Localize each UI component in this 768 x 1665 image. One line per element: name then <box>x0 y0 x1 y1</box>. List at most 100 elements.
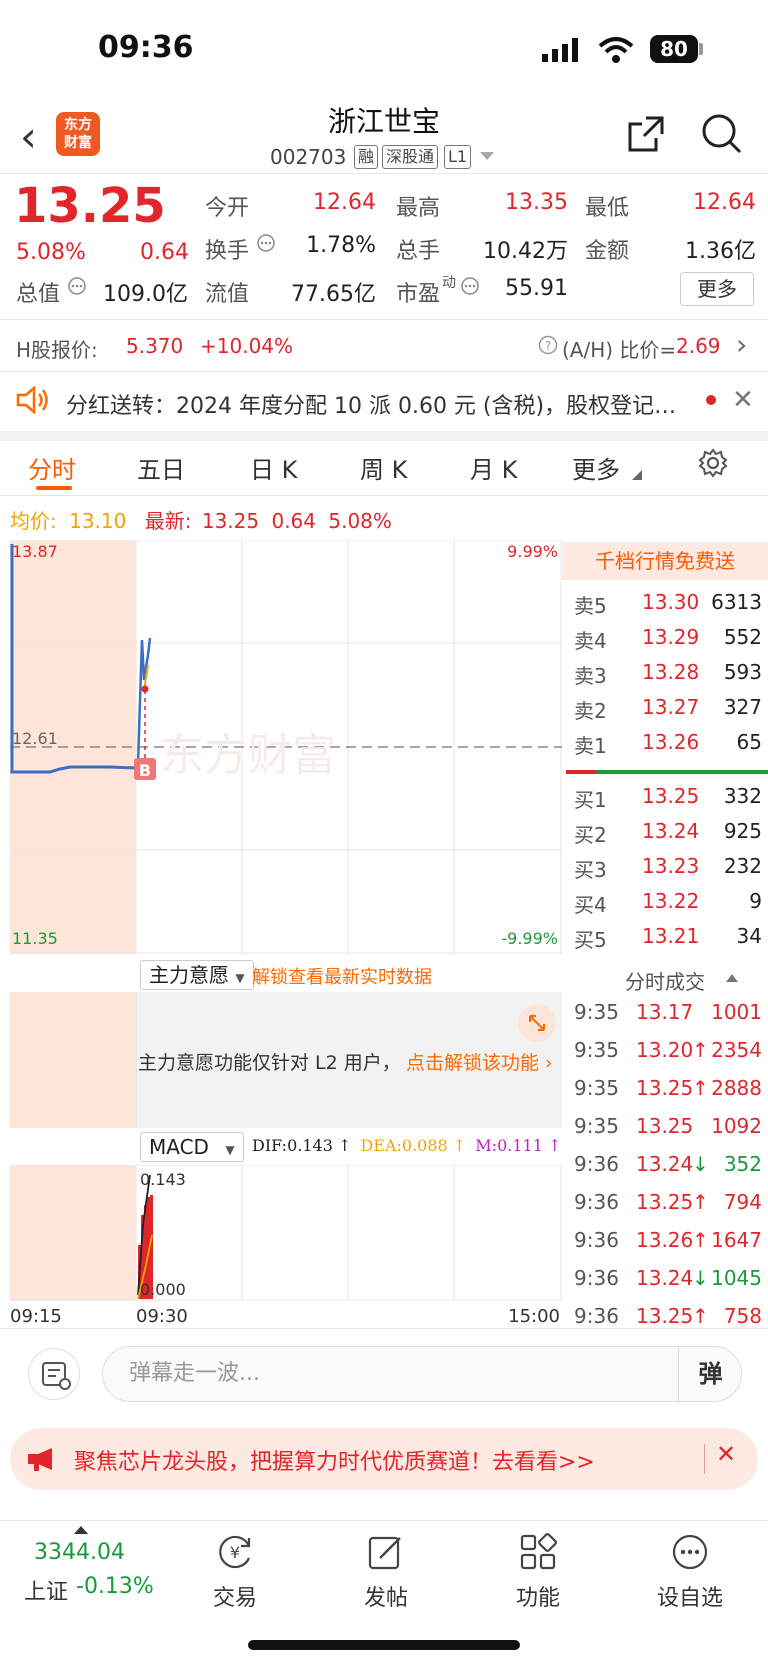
ask-volume: 6313 <box>711 590 762 614</box>
index-pct[interactable]: -0.13% <box>76 1574 154 1599</box>
promo-divider <box>704 1444 705 1474</box>
index-name[interactable]: 上证 <box>24 1574 68 1606</box>
caret-up-icon[interactable] <box>74 1526 88 1534</box>
stat-label-turnover: 换手 <box>205 239 250 264</box>
orderbook-promo[interactable]: 千档行情免费送 <box>562 542 768 580</box>
expand-icon[interactable] <box>518 1004 556 1042</box>
y-mid-label: 12.61 <box>12 729 58 748</box>
caret-down-icon[interactable] <box>480 152 494 162</box>
tab-daily-k[interactable]: 日 K <box>250 450 297 485</box>
share-icon[interactable] <box>626 114 666 154</box>
bid-volume: 9 <box>749 889 762 913</box>
bid-volume: 925 <box>723 819 762 843</box>
stat-value-open: 12.64 <box>313 190 376 215</box>
time-end: 15:00 <box>508 1306 560 1327</box>
section-gap <box>0 431 768 441</box>
l2-unlock-link[interactable]: 点击解锁该功能 › <box>406 1048 553 1075</box>
tab-monthly-k[interactable]: 月 K <box>470 450 517 485</box>
macd-dif: DIF:0.143 <box>252 1136 333 1155</box>
trade-price: 13.17 <box>636 1000 694 1024</box>
promo-text[interactable]: 聚焦芯片龙头股，把握算力时代优质赛道！去看看>> <box>74 1444 595 1476</box>
avg-value: 13.10 <box>69 509 127 533</box>
trade-volume: 2354 <box>711 1038 762 1062</box>
tab-more[interactable]: 更多 <box>572 450 620 485</box>
trade-volume: 1647 <box>711 1228 762 1252</box>
trade-row: 9:35 13.17 1001 <box>562 1000 768 1038</box>
trade-price: 13.24 <box>636 1152 694 1176</box>
caret-up-icon[interactable] <box>726 974 738 982</box>
h-share-pct: +10.04% <box>200 334 294 358</box>
divider <box>0 319 768 320</box>
danmaku-send-button[interactable]: 弹 <box>678 1346 742 1402</box>
help-icon[interactable]: ? <box>538 335 558 355</box>
svg-text:¥: ¥ <box>230 1543 240 1562</box>
current-price: 13.25 <box>14 178 166 234</box>
nav-functions-label: 功能 <box>515 1586 560 1611</box>
avg-label: 均价: <box>10 509 57 533</box>
gear-icon[interactable] <box>698 448 728 478</box>
trades-title[interactable]: 分时成交 <box>625 966 705 995</box>
tab-five-day[interactable]: 五日 <box>137 450 185 485</box>
nav-post[interactable]: 发帖 <box>336 1532 436 1612</box>
avg-price-row: 均价: 13.10 最新: 13.25 0.64 5.08% <box>10 505 392 534</box>
trade-time: 9:36 <box>574 1304 619 1328</box>
ask-label: 卖5 <box>574 594 607 618</box>
bid-price: 13.22 <box>642 889 700 913</box>
macd-chart[interactable]: 0.143 0.000 <box>10 1165 562 1301</box>
chevron-right-icon[interactable]: › <box>736 328 747 361</box>
app-logo: 东方 财富 <box>56 112 100 156</box>
promo-close-icon[interactable]: ✕ <box>716 1440 736 1468</box>
trade-price: 13.25 <box>636 1190 694 1214</box>
macd-y-max: 0.143 <box>140 1170 186 1189</box>
stat-label-amount: 金额 <box>585 239 630 264</box>
bid-ask-ratio-bar <box>566 770 768 774</box>
intraday-chart[interactable]: 东方财富 B 13.87 12.61 11.35 9.99% -9.99% <box>10 540 562 954</box>
more-stats-button[interactable]: 更多 <box>680 272 754 306</box>
trade-time: 9:35 <box>574 1038 619 1062</box>
orderbook: 卖5 13.30 6313 卖4 13.29 552 卖3 13.28 593 卖2 13.2… <box>562 580 768 952</box>
close-icon[interactable]: ✕ <box>732 385 754 415</box>
battery-icon: 80 <box>650 35 698 63</box>
index-value[interactable]: 3344.04 <box>34 1540 125 1565</box>
bid-price: 13.23 <box>642 854 700 878</box>
danmaku-input[interactable]: 弹幕走一波... <box>102 1346 742 1402</box>
change-amount: 0.64 <box>140 240 189 265</box>
bid-row: 买1 13.25 332 <box>562 784 768 818</box>
nav-watchlist-label: 设自选 <box>656 1586 723 1611</box>
danmaku-send-label: 弹 <box>698 1360 723 1388</box>
nav-trade[interactable]: ¥ 交易 <box>185 1532 285 1612</box>
latest-pct: 5.08% <box>328 509 392 533</box>
stat-label-pe: 市盈 <box>396 282 441 307</box>
bid-label: 买4 <box>574 893 607 917</box>
unlock-realtime-link[interactable]: 解锁查看最新实时数据 <box>252 963 432 989</box>
info-dots-icon[interactable] <box>67 276 87 296</box>
macd-dropdown[interactable]: MACD ▼ <box>140 1132 244 1162</box>
trade-row: 9:36 13.24 ↓ 352 <box>562 1152 768 1190</box>
trade-volume: 758 <box>723 1304 762 1328</box>
tab-weekly-k[interactable]: 周 K <box>360 450 407 485</box>
danmaku-settings-icon[interactable] <box>28 1348 80 1400</box>
nav-watchlist[interactable]: 设自选 <box>640 1532 740 1612</box>
bid-ratio <box>596 770 768 774</box>
stat-value-low: 12.64 <box>693 190 756 215</box>
caret-down-icon: ▼ <box>225 1143 235 1157</box>
info-dots-icon[interactable] <box>256 233 276 253</box>
trade-arrow: ↑ <box>692 1304 709 1328</box>
bid-row: 买5 13.21 34 <box>562 924 768 958</box>
tab-intraday[interactable]: 分时 <box>28 450 76 485</box>
info-dots-icon[interactable] <box>460 276 480 296</box>
dividend-text[interactable]: 分红送转：2024 年度分配 10 派 0.60 元 (含税)，股权登记日... <box>66 388 686 420</box>
nav-functions[interactable]: 功能 <box>488 1532 588 1612</box>
macd-dropdown-label: MACD <box>149 1135 209 1159</box>
macd-m: M:0.111 <box>475 1136 543 1155</box>
ask-price: 13.27 <box>642 695 700 719</box>
ask-row: 卖2 13.27 327 <box>562 695 768 729</box>
ask-volume: 552 <box>723 625 762 649</box>
back-icon[interactable]: ‹ <box>20 112 37 161</box>
indicator-dropdown[interactable]: 主力意愿 ▼ <box>140 960 254 990</box>
nav-trade-label: 交易 <box>212 1586 257 1611</box>
signal-icon <box>542 38 578 62</box>
pct-min-label: -9.99% <box>501 929 558 948</box>
search-icon[interactable] <box>700 112 744 156</box>
stat-label-volume: 总手 <box>396 239 441 264</box>
